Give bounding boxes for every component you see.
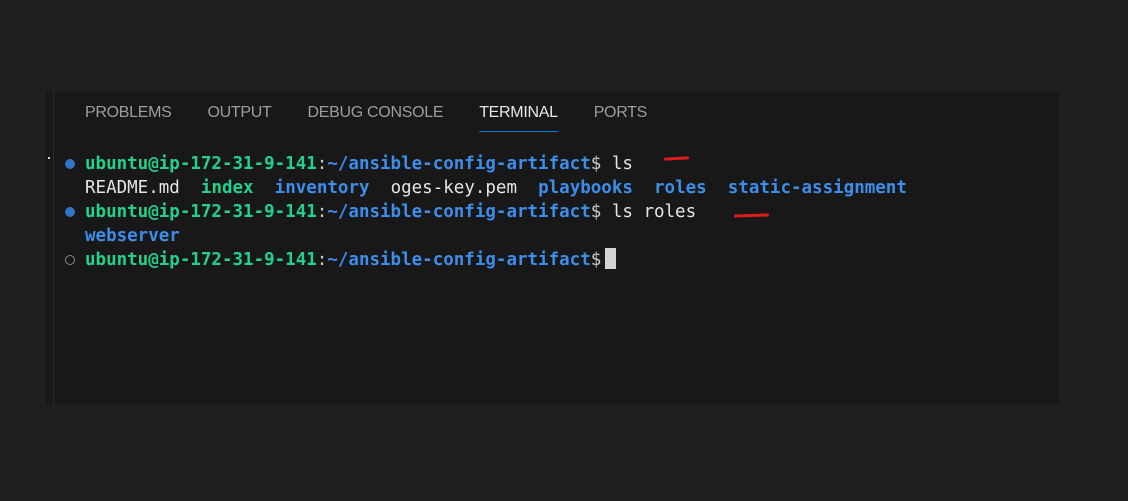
tab-problems[interactable]: PROBLEMS (85, 92, 172, 132)
prompt-symbol: $ (590, 250, 602, 270)
panel-divider (53, 92, 54, 404)
command-success-decoration-icon[interactable] (65, 159, 75, 169)
command-pending-decoration-icon[interactable] (65, 255, 75, 265)
ls-entry: webserver (85, 226, 180, 246)
prompt-user: ubuntu@ip-172-31-9-141 (85, 154, 317, 174)
stray-dot (48, 157, 50, 159)
terminal-line-output-2: webserver (62, 224, 180, 248)
tab-terminal[interactable]: TERMINAL (479, 92, 558, 132)
terminal-line-command-1: ubuntu@ip-172-31-9-141:~/ansible-config-… (62, 152, 633, 176)
panel-tabs: PROBLEMS OUTPUT DEBUG CONSOLE TERMINAL P… (85, 92, 683, 132)
command-text: ls (611, 154, 633, 174)
ls-entry: roles (654, 178, 707, 198)
ls-entry: inventory (274, 178, 370, 198)
tab-ports[interactable]: PORTS (594, 92, 648, 132)
prompt-symbol: $ (590, 202, 602, 222)
command-success-decoration-icon[interactable] (65, 207, 75, 217)
prompt-symbol: $ (590, 154, 602, 174)
terminal-output[interactable]: ubuntu@ip-172-31-9-141:~/ansible-config-… (62, 152, 907, 272)
prompt-user: ubuntu@ip-172-31-9-141 (85, 202, 317, 222)
prompt-user: ubuntu@ip-172-31-9-141 (85, 250, 317, 270)
prompt-path: ~/ansible-config-artifact (327, 154, 591, 174)
ls-entry: index (200, 178, 254, 198)
ls-entry: static-assignment (727, 178, 907, 198)
terminal-line-command-2: ubuntu@ip-172-31-9-141:~/ansible-config-… (62, 200, 696, 224)
terminal-line-prompt: ubuntu@ip-172-31-9-141:~/ansible-config-… (62, 248, 617, 272)
ls-entry: oges-key.pem (390, 178, 518, 198)
ls-entry: README.md (85, 178, 180, 198)
terminal-line-output-1: README.md index inventory oges-key.pem p… (62, 176, 907, 200)
tab-debug-console[interactable]: DEBUG CONSOLE (308, 92, 444, 132)
prompt-path: ~/ansible-config-artifact (327, 250, 591, 270)
tab-output[interactable]: OUTPUT (208, 92, 272, 132)
prompt-path: ~/ansible-config-artifact (327, 202, 591, 222)
terminal-cursor (605, 248, 617, 269)
ls-entry: playbooks (538, 178, 633, 198)
command-text: ls roles (611, 202, 697, 222)
